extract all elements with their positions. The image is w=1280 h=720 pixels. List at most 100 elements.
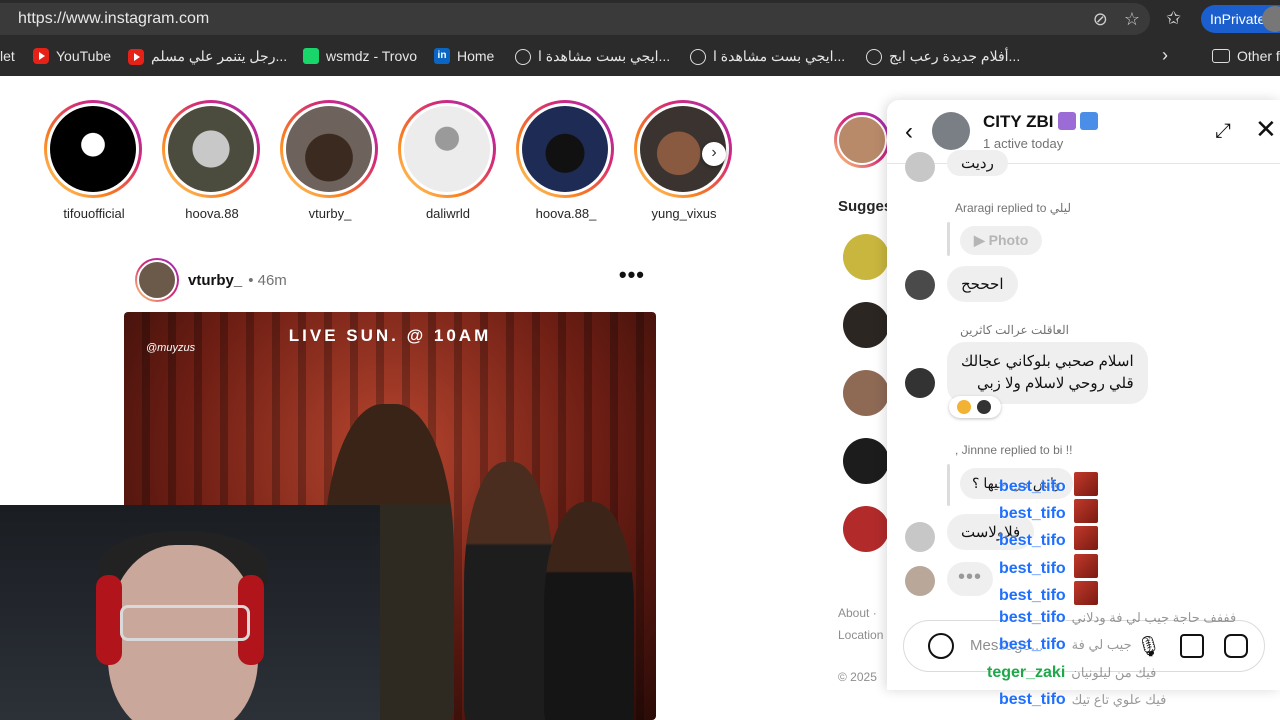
reply-photo[interactable]: ▶ Photo bbox=[960, 226, 1043, 255]
linkedin-icon: in bbox=[434, 48, 450, 64]
suggested-avatar[interactable] bbox=[843, 370, 889, 416]
chat-name: CITY ZBI bbox=[983, 112, 1054, 131]
message-input[interactable]: Message... 🎙 bbox=[903, 620, 1265, 672]
address-bar-icons: ⊘ ☆ bbox=[1093, 9, 1140, 30]
footer-links[interactable]: About · bbox=[838, 606, 877, 620]
folder-icon bbox=[1212, 49, 1230, 63]
message-bubble: اسلام صحبي بلوكاني عجالك قلي روحي لاسلام … bbox=[947, 342, 1148, 404]
dm-chat-panel: ‹ CITY ZBI 1 active today ⤢ ✕ رديت Arara… bbox=[887, 100, 1280, 690]
story-item[interactable]: hoova.88 bbox=[162, 100, 262, 221]
youtube-icon bbox=[128, 48, 144, 65]
story-username: vturby_ bbox=[308, 206, 352, 221]
globe-icon bbox=[866, 48, 882, 65]
story-username: tifouofficial bbox=[63, 206, 125, 221]
sender-avatar bbox=[905, 270, 935, 300]
story-avatar bbox=[50, 106, 136, 192]
headset-icon bbox=[96, 575, 122, 665]
stories-next-icon[interactable]: › bbox=[702, 142, 726, 166]
bookmark-item[interactable]: ايجي بست مشاهدة ا... bbox=[690, 48, 845, 65]
bookmark-label: let bbox=[0, 48, 15, 64]
copyright: © 2025 bbox=[838, 670, 877, 684]
suggested-label: Sugges bbox=[838, 198, 893, 215]
man-symbol-icon bbox=[1079, 112, 1098, 130]
browser-toolbar: https://www.instagram.com ⊘ ☆ ✩ InPrivat… bbox=[0, 0, 1280, 38]
footer-location[interactable]: Location bbox=[838, 628, 883, 642]
story-avatar bbox=[522, 106, 608, 192]
sender-avatar bbox=[905, 368, 935, 398]
poster-text: LIVE SUN. @ 10AM bbox=[288, 326, 492, 345]
suggested-avatar[interactable] bbox=[843, 506, 889, 552]
story-username: hoova.88 bbox=[185, 206, 239, 221]
bookmark-item[interactable]: ايجي بست مشاهدة ا... bbox=[515, 48, 670, 65]
emoji-icon[interactable] bbox=[928, 633, 954, 659]
glasses bbox=[120, 605, 250, 641]
story-avatar bbox=[286, 106, 372, 192]
favorites-icon[interactable]: ✩ bbox=[1166, 8, 1181, 29]
url-text[interactable]: https://www.instagram.com bbox=[18, 10, 209, 28]
story-username: hoova.88_ bbox=[535, 206, 597, 221]
bookmark-label: Other f bbox=[1237, 48, 1280, 64]
replied-message: واش من جيها ؟ bbox=[960, 468, 1073, 499]
bookmark-label: ايجي بست مشاهدة ا... bbox=[713, 48, 846, 64]
bookmark-item[interactable]: let bbox=[0, 48, 15, 64]
post-avatar[interactable] bbox=[135, 258, 179, 302]
bookmark-item[interactable]: YouTube bbox=[33, 48, 111, 64]
story-avatar bbox=[168, 106, 254, 192]
chat-avatar[interactable] bbox=[932, 112, 970, 150]
person-figure bbox=[544, 502, 634, 720]
story-item[interactable]: daliwrld bbox=[398, 100, 498, 221]
image-icon[interactable] bbox=[1180, 634, 1204, 658]
story-item[interactable]: tifouofficial bbox=[44, 100, 144, 221]
story-item[interactable]: hoova.88_ bbox=[516, 100, 616, 221]
reaction-avatar bbox=[977, 400, 991, 414]
bookmark-label: YouTube bbox=[56, 48, 112, 64]
bookmark-item[interactable]: رجل يتنمر علي مسلم... bbox=[128, 48, 287, 65]
story-item[interactable]: vturby_ bbox=[280, 100, 380, 221]
post-username[interactable]: vturby_ bbox=[188, 272, 242, 289]
reply-line bbox=[947, 464, 950, 506]
laughing-emoji-icon bbox=[957, 400, 971, 414]
post-time: • 46m bbox=[248, 271, 287, 289]
message-bubble: رديت bbox=[947, 150, 1008, 176]
message-line: قلي روحي لاسلام ولا زبي bbox=[976, 375, 1134, 392]
reactions[interactable] bbox=[949, 396, 1001, 418]
reply-meta: , Jinnne replied to bi !! bbox=[955, 443, 1073, 457]
profile-avatar[interactable] bbox=[834, 112, 890, 168]
message-placeholder[interactable]: Message... bbox=[970, 637, 1043, 654]
typing-indicator: ••• bbox=[947, 562, 993, 596]
bookmark-item[interactable]: wsmdz - Trovo bbox=[303, 48, 417, 64]
tracking-prevention-icon[interactable]: ⊘ bbox=[1093, 9, 1108, 30]
microphone-icon[interactable]: 🎙 bbox=[1136, 634, 1161, 658]
suggested-avatar[interactable] bbox=[843, 438, 889, 484]
bookmark-item[interactable]: أفلام جديدة رعب ايج... bbox=[866, 48, 1020, 65]
youtube-icon bbox=[33, 48, 49, 64]
sender-avatar bbox=[905, 152, 935, 182]
bookmark-item[interactable]: in Home bbox=[434, 48, 494, 64]
expand-icon[interactable]: ⤢ bbox=[1215, 120, 1231, 143]
bookmark-label: أفلام جديدة رعب ايج... bbox=[889, 48, 1021, 64]
suggested-avatar[interactable] bbox=[843, 234, 889, 280]
story-ring bbox=[44, 100, 142, 198]
favorite-star-icon[interactable]: ☆ bbox=[1124, 9, 1140, 30]
default-avatar-icon bbox=[404, 106, 490, 192]
suggested-avatar[interactable] bbox=[843, 302, 889, 348]
sticker-icon[interactable] bbox=[1224, 634, 1248, 658]
message-line: اسلام صحبي بلوكاني عجالك bbox=[961, 353, 1134, 370]
back-arrow-icon[interactable]: ‹ bbox=[905, 118, 913, 146]
more-options-icon[interactable]: ••• bbox=[619, 262, 645, 288]
close-icon[interactable]: ✕ bbox=[1255, 114, 1277, 145]
bookmark-label: ايجي بست مشاهدة ا... bbox=[538, 48, 671, 64]
chat-title[interactable]: CITY ZBI bbox=[983, 112, 1098, 132]
story-username: yung_vixus bbox=[651, 206, 717, 221]
bookmark-folder[interactable]: Other f bbox=[1212, 48, 1280, 64]
address-bar[interactable]: https://www.instagram.com ⊘ ☆ bbox=[0, 3, 1150, 35]
bookmarks-bar: let YouTube رجل يتنمر علي مسلم... wsmdz … bbox=[0, 38, 1280, 76]
message-bubble: احححح bbox=[947, 266, 1018, 302]
message-bubble: فلاولاست bbox=[947, 514, 1035, 550]
sender-avatar bbox=[905, 522, 935, 552]
sender-avatar bbox=[905, 566, 935, 596]
post-header: vturby_ • 46m ••• bbox=[135, 258, 655, 302]
chevron-right-icon[interactable]: › bbox=[1162, 45, 1168, 66]
reply-meta: Araragi replied to ليلي bbox=[955, 201, 1071, 215]
globe-icon bbox=[515, 48, 531, 65]
